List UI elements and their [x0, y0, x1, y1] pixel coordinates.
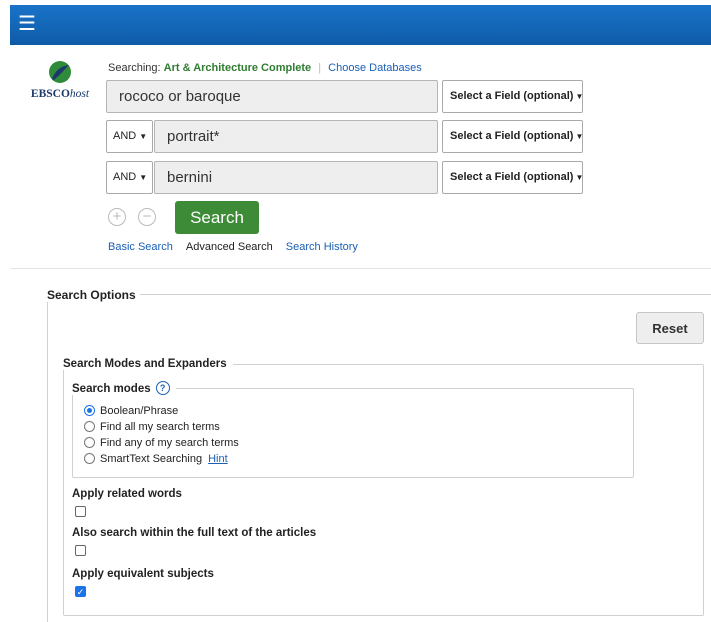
radio-button[interactable] [84, 453, 95, 464]
radio-button[interactable] [84, 405, 95, 416]
mode-option-find-all[interactable]: Find all my search terms [84, 420, 220, 434]
top-bar: ☰ [10, 5, 711, 45]
search-options-rule [140, 294, 711, 295]
advanced-search-current: Advanced Search [185, 241, 273, 253]
add-row-icon[interactable]: + [108, 208, 126, 226]
boolean-operator-select-3[interactable]: AND ▼ [106, 161, 153, 194]
caret-down-icon: ▼ [139, 173, 148, 182]
radio-button[interactable] [84, 437, 95, 448]
logo-text: EBSCOhost [30, 88, 90, 100]
boolean-operator-select-2[interactable]: AND ▼ [106, 120, 153, 153]
help-icon[interactable]: ? [155, 381, 170, 395]
searching-line: Searching: Art & Architecture Complete |… [108, 62, 422, 74]
radio-button[interactable] [84, 421, 95, 432]
search-term-input-2[interactable]: portrait* [154, 120, 438, 153]
full-text-search-label: Also search within the full text of the … [72, 527, 317, 539]
search-history-link[interactable]: Search History [286, 241, 358, 253]
search-modes-title: Search modes? [70, 381, 176, 395]
search-term-input-3[interactable]: bernini [154, 161, 438, 194]
basic-search-link[interactable]: Basic Search [108, 241, 173, 253]
caret-down-icon: ▼ [575, 92, 584, 101]
equivalent-subjects-checkbox[interactable]: ✓ [75, 586, 86, 597]
hint-link[interactable]: Hint [208, 453, 228, 465]
database-name: Art & Architecture Complete [163, 62, 312, 74]
ebscohost-logo[interactable]: EBSCOhost [26, 60, 94, 104]
caret-down-icon: ▼ [139, 132, 148, 141]
search-type-links: Basic Search Advanced Search Search Hist… [108, 241, 358, 253]
caret-down-icon: ▼ [575, 173, 584, 182]
ebsco-leaf-icon [49, 61, 71, 83]
reset-button[interactable]: Reset [636, 312, 704, 344]
modes-expanders-title: Search Modes and Expanders [61, 358, 233, 370]
divider [10, 268, 711, 269]
full-text-search-checkbox[interactable] [75, 545, 86, 556]
apply-related-words-checkbox[interactable] [75, 506, 86, 517]
mode-option-find-any[interactable]: Find any of my search terms [84, 436, 239, 450]
separator: | [318, 62, 322, 74]
field-select-3[interactable]: Select a Field (optional) ▼ [442, 161, 583, 194]
field-select-2[interactable]: Select a Field (optional) ▼ [442, 120, 583, 153]
searching-label: Searching: [108, 62, 161, 74]
caret-down-icon: ▼ [575, 132, 584, 141]
field-select-1[interactable]: Select a Field (optional) ▼ [442, 80, 583, 113]
hamburger-menu-icon[interactable]: ☰ [18, 13, 36, 35]
mode-option-smarttext[interactable]: SmartText Searching Hint [84, 452, 228, 466]
apply-related-words-label: Apply related words [72, 488, 182, 500]
search-options-title: Search Options [47, 288, 140, 302]
search-term-input-1[interactable]: rococo or baroque [106, 80, 438, 113]
search-button[interactable]: Search [175, 201, 259, 234]
choose-databases-link[interactable]: Choose Databases [328, 62, 422, 74]
remove-row-icon[interactable]: − [138, 208, 156, 226]
equivalent-subjects-label: Apply equivalent subjects [72, 568, 214, 580]
mode-option-boolean-phrase[interactable]: Boolean/Phrase [84, 404, 178, 418]
